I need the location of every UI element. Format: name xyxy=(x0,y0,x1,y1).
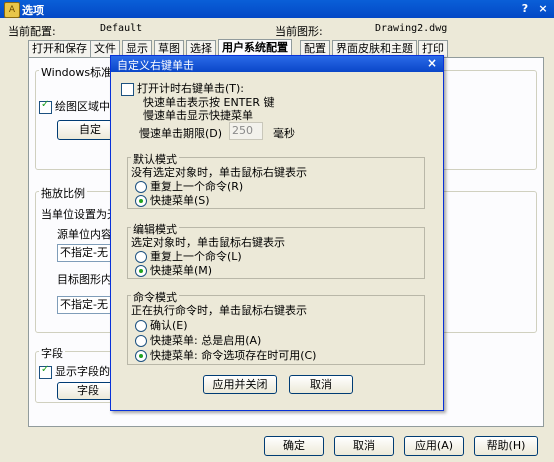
edit-shortcut-option[interactable]: 快捷菜单(M) xyxy=(135,262,212,278)
current-drawing-value: Drawing2.dwg xyxy=(375,23,448,34)
windows-standard-title: Windows标准 xyxy=(39,64,115,80)
source-units-label: 源单位内容 xyxy=(57,228,112,241)
command-confirm-radio[interactable] xyxy=(135,320,147,332)
command-always-radio[interactable] xyxy=(135,335,147,347)
units-label: 当单位设置为无 xyxy=(41,208,118,221)
current-profile-value: Default xyxy=(100,23,143,34)
window-title-bar: A 选项 ? × xyxy=(0,0,554,18)
delay-label: 慢速单击期限(D) xyxy=(139,127,223,140)
edit-shortcut-radio[interactable] xyxy=(135,265,147,277)
help-footer-button[interactable]: 帮助(H) xyxy=(474,436,538,456)
window-title: 选项 xyxy=(22,4,44,17)
timer-right-click-checkbox[interactable] xyxy=(121,82,134,96)
command-always-option[interactable]: 快捷菜单: 总是启用(A) xyxy=(135,332,261,348)
command-options-label: 快捷菜单: 命令选项存在时可用(C) xyxy=(150,349,317,362)
apply-close-button[interactable]: 应用并关闭 xyxy=(203,375,277,394)
right-click-dialog: 自定义右键单击 × 打开计时右键单击(T): 快速单击表示按 ENTER 键 慢… xyxy=(110,55,444,411)
command-mode-desc: 正在执行命令时，单击鼠标右键表示 xyxy=(131,304,307,317)
show-field-bg-option[interactable]: 显示字段的背 xyxy=(39,363,121,379)
default-shortcut-option[interactable]: 快捷菜单(S) xyxy=(135,192,210,208)
dialog-title-bar: 自定义右键单击 × xyxy=(111,56,443,72)
target-units-label: 目标图形内 xyxy=(57,273,112,286)
command-always-label: 快捷菜单: 总是启用(A) xyxy=(150,334,262,347)
ok-button[interactable]: 确定 xyxy=(264,436,324,456)
app-icon: A xyxy=(4,2,20,18)
shortcut-menu-option[interactable]: 绘图区域中使 xyxy=(39,98,121,114)
dialog-close-icon[interactable]: × xyxy=(427,56,437,70)
dialog-title: 自定义右键单击 xyxy=(117,59,194,72)
shortcut-menu-checkbox[interactable] xyxy=(39,99,52,114)
drag-scale-title: 拖放比例 xyxy=(39,185,87,201)
default-shortcut-radio[interactable] xyxy=(135,195,147,207)
default-shortcut-label: 快捷菜单(S) xyxy=(150,194,210,207)
close-button[interactable]: × xyxy=(536,2,550,16)
edit-shortcut-label: 快捷菜单(M) xyxy=(150,264,213,277)
command-options-option[interactable]: 快捷菜单: 命令选项存在时可用(C) xyxy=(135,347,316,363)
help-button[interactable]: ? xyxy=(518,2,532,16)
current-profile-label: 当前配置: xyxy=(8,25,56,38)
command-options-radio[interactable] xyxy=(135,350,147,362)
dialog-cancel-button[interactable]: 取消 xyxy=(289,375,353,394)
delay-unit: 毫秒 xyxy=(273,127,295,140)
show-field-bg-checkbox[interactable] xyxy=(39,364,52,379)
current-drawing-label: 当前图形: xyxy=(275,25,323,38)
slow-click-text: 慢速单击显示快捷菜单 xyxy=(143,109,253,122)
cancel-button[interactable]: 取消 xyxy=(334,436,394,456)
field-title: 字段 xyxy=(39,345,65,361)
tab-open-save[interactable]: 打开和保存 xyxy=(28,40,91,57)
apply-button[interactable]: 应用(A) xyxy=(404,436,464,456)
delay-input[interactable]: 250 xyxy=(229,122,263,140)
command-confirm-label: 确认(E) xyxy=(150,319,188,332)
command-confirm-option[interactable]: 确认(E) xyxy=(135,317,188,333)
